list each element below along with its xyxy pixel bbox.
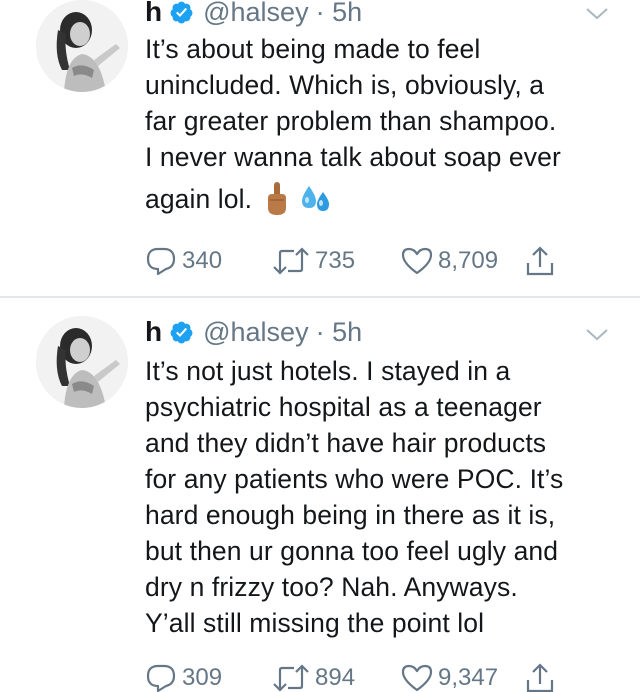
- retweet-icon: [272, 664, 310, 692]
- avatar[interactable]: [36, 0, 128, 92]
- tweet-text-line-with-emoji: again lol.: [145, 181, 625, 217]
- reply-count: 309: [182, 664, 223, 691]
- heart-icon: [401, 247, 433, 275]
- tweet-text-line: Y’all still missing the point lol: [145, 608, 485, 638]
- reply-icon: [145, 663, 177, 692]
- verified-badge-icon: [169, 0, 194, 25]
- sweat-droplets-emoji: [300, 184, 332, 214]
- like-button[interactable]: 9,347: [401, 661, 498, 692]
- tweet-text: It’s about being made to feel unincluded…: [145, 31, 625, 217]
- share-icon: [525, 245, 555, 277]
- retweet-button[interactable]: 894: [272, 661, 355, 692]
- tweet-text-line: for any patients who were POC. It’s: [145, 464, 564, 494]
- chevron-down-icon[interactable]: [584, 4, 610, 24]
- tweet-text-line: psychiatric hospital as a teenager: [145, 392, 542, 422]
- tweet-text-line: but then ur gonna too feel ugly and: [145, 536, 559, 566]
- tweet-header: h @halsey · 5h: [145, 0, 362, 28]
- like-button[interactable]: 8,709: [401, 244, 498, 278]
- heart-icon: [401, 664, 433, 692]
- verified-badge-icon: [169, 320, 194, 345]
- handle[interactable]: @halsey: [203, 0, 308, 28]
- reply-button[interactable]: 340: [145, 244, 222, 278]
- tweet-text-line: It’s not just hotels. I stayed in a: [145, 356, 511, 386]
- tweet-divider: [0, 296, 640, 298]
- tweet-text-line: far greater problem than shampoo.: [145, 106, 557, 136]
- share-icon: [525, 662, 555, 692]
- timestamp[interactable]: · 5h: [316, 0, 363, 28]
- retweet-button[interactable]: 735: [272, 244, 355, 278]
- tweet-text: It’s not just hotels. I stayed in a psyc…: [145, 353, 625, 641]
- like-count: 8,709: [438, 247, 499, 274]
- tweet-text-line: I never wanna talk about soap ever: [145, 142, 561, 172]
- retweet-icon: [272, 247, 310, 275]
- tweet[interactable]: h @halsey · 5h It’s about being made to …: [0, 0, 640, 297]
- timestamp[interactable]: · 5h: [316, 317, 363, 348]
- tweet-header: h @halsey · 5h: [145, 316, 362, 348]
- chevron-down-icon[interactable]: [584, 325, 610, 345]
- tweet-text-line: again lol.: [145, 184, 253, 214]
- reply-count: 340: [182, 247, 223, 274]
- middle-finger-emoji: [266, 182, 288, 216]
- tweet-text-line: dry n frizzy too? Nah. Anyways.: [145, 572, 518, 602]
- tweet-text-line: hard enough being in there as it is,: [145, 500, 556, 530]
- tweet-text-line: It’s about being made to feel: [145, 34, 481, 64]
- retweet-count: 735: [315, 247, 356, 274]
- handle[interactable]: @halsey: [203, 317, 308, 348]
- share-button[interactable]: [525, 661, 560, 692]
- retweet-count: 894: [315, 664, 356, 691]
- display-name[interactable]: h: [145, 0, 162, 28]
- tweet-text-line: and they didn’t have hair products: [145, 428, 547, 458]
- avatar[interactable]: [36, 316, 128, 408]
- share-button[interactable]: [525, 244, 560, 278]
- reply-icon: [145, 246, 177, 276]
- like-count: 9,347: [438, 664, 499, 691]
- display-name[interactable]: h: [145, 316, 162, 348]
- tweet-text-line: unincluded. Which is, obviously, a: [145, 70, 545, 100]
- reply-button[interactable]: 309: [145, 661, 222, 692]
